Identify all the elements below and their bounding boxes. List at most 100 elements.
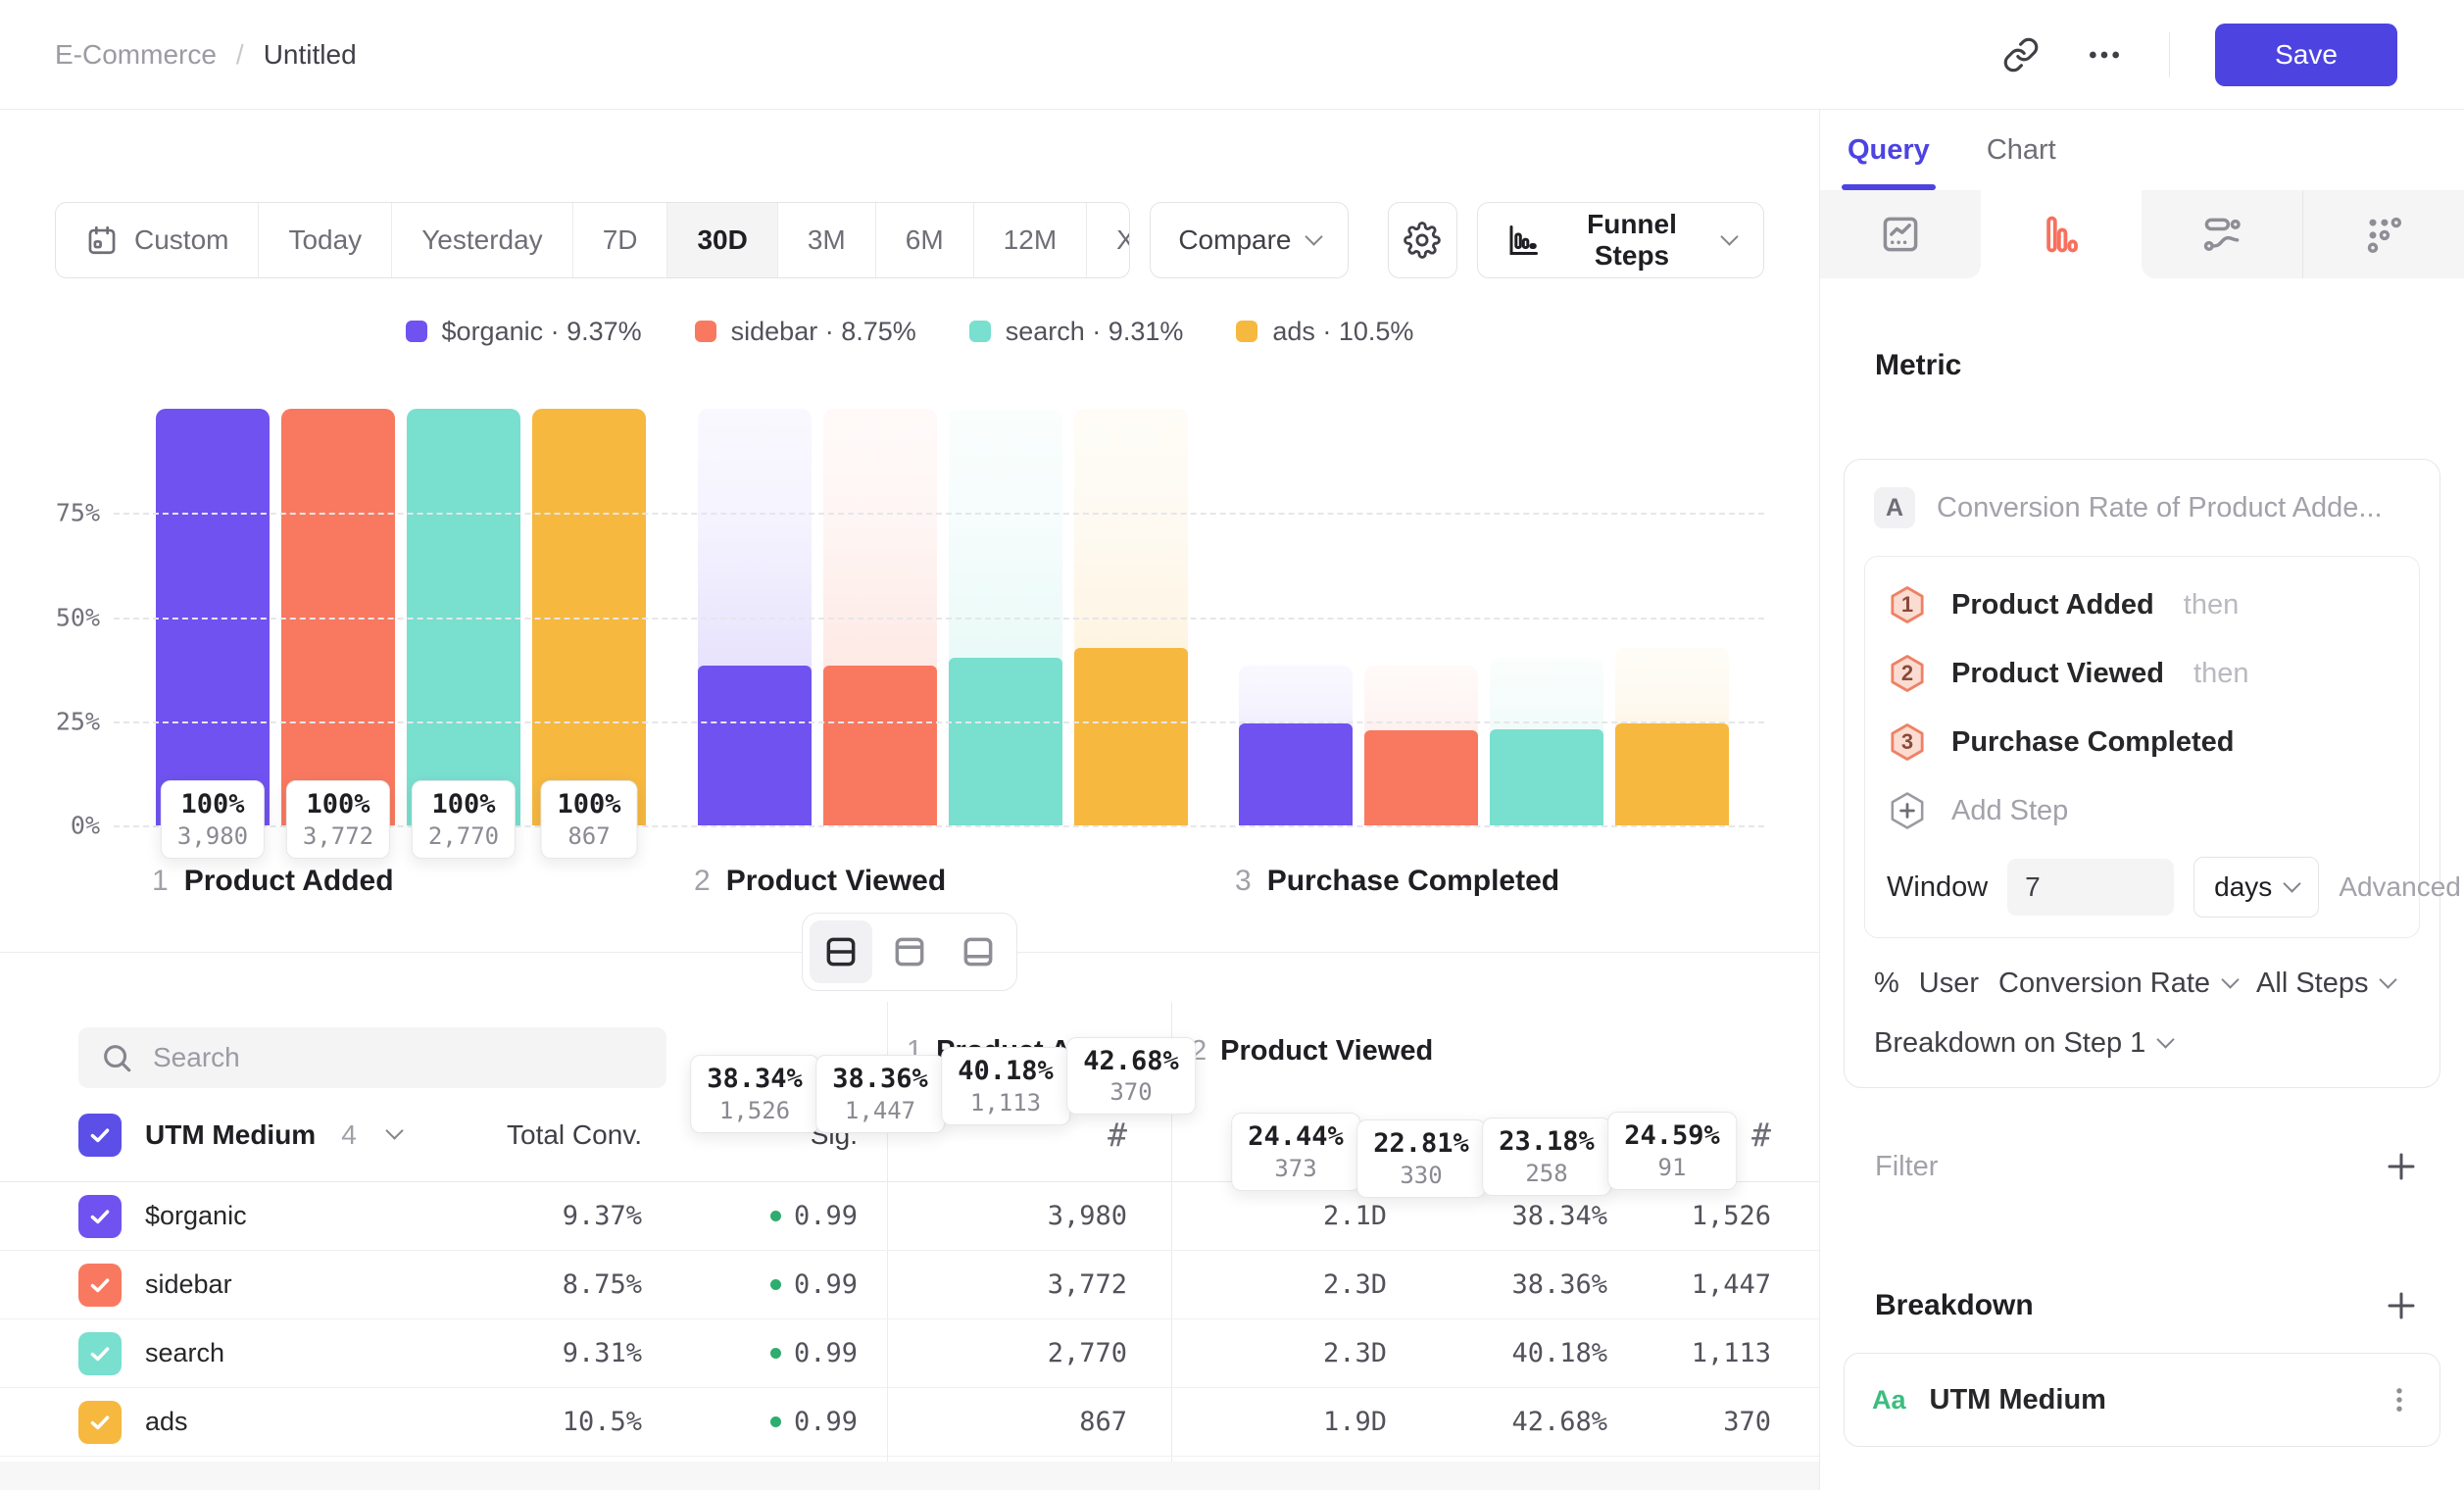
bar-fill [1615, 723, 1729, 826]
row-checkbox[interactable] [78, 1264, 122, 1307]
range-custom[interactable]: Custom [56, 203, 259, 277]
range-12m[interactable]: 12M [974, 203, 1087, 277]
legend-sidebar[interactable]: sidebar · 8.75% [695, 317, 916, 347]
legend-swatch [1236, 321, 1257, 342]
bar-value-label: 42.68%370 [1066, 1037, 1196, 1116]
table-footer-strip [0, 1462, 1819, 1490]
step2-count: 1,526 [1632, 1201, 1819, 1231]
step2-count: 370 [1632, 1407, 1819, 1437]
table-row-search[interactable]: search9.31%0.992,7702.3D40.18%1,113 [0, 1319, 1819, 1388]
significance-dot [770, 1416, 781, 1427]
row-label: sidebar [145, 1269, 232, 1300]
header-divider [2169, 32, 2170, 77]
step-number-hexagon-icon: 3 [1887, 721, 1928, 763]
breadcrumb-current[interactable]: Untitled [264, 39, 357, 71]
counting-entity[interactable]: User [1919, 968, 1979, 1000]
range-yesterday[interactable]: Yesterday [392, 203, 573, 277]
select-all-checkbox[interactable] [78, 1114, 122, 1157]
dimension-count: 4 [341, 1119, 357, 1151]
tab-query[interactable]: Query [1848, 110, 1930, 190]
dimension-label[interactable]: UTM Medium [145, 1119, 316, 1151]
add-breakdown-button[interactable] [2384, 1288, 2419, 1323]
more-menu-button[interactable] [2085, 35, 2124, 74]
metric-formula[interactable]: A Conversion Rate of Product Adde... [1864, 481, 2420, 534]
breakdown-on-step-dropdown[interactable]: Breakdown on Step 1 [1874, 1027, 2410, 1060]
string-property-icon: Aa [1872, 1385, 1906, 1416]
formula-letter-badge: A [1874, 487, 1915, 528]
bar-value-label: 40.18%1,113 [941, 1047, 1070, 1125]
query-step-1[interactable]: 1Product Addedthen [1887, 571, 2397, 639]
row-checkbox[interactable] [78, 1401, 122, 1444]
conversion-window-row: Window days Advanced [1887, 857, 2397, 918]
range-30d[interactable]: 30D [667, 203, 777, 277]
chart-type-selector[interactable]: Funnel Steps [1477, 202, 1764, 278]
chart-type-label: Funnel Steps [1556, 209, 1707, 272]
kebab-icon [2383, 1383, 2416, 1416]
window-value-input[interactable] [2007, 859, 2174, 916]
link-icon [2002, 36, 2040, 74]
range-6m[interactable]: 6M [876, 203, 974, 277]
filter-heading: Filter [1875, 1151, 1938, 1183]
total-conv-value: 10.5% [461, 1407, 642, 1437]
tab-chart[interactable]: Chart [1987, 110, 2056, 190]
measurement-row: % User Conversion Rate All Steps [1874, 968, 2410, 1000]
range-3m[interactable]: 3M [778, 203, 876, 277]
breakdown-item[interactable]: Aa UTM Medium [1844, 1353, 2440, 1447]
count-column-icon[interactable]: # [1108, 1116, 1127, 1154]
percent-symbol: % [1874, 968, 1899, 1000]
tab-funnels[interactable] [1981, 190, 2142, 278]
tab-insights[interactable] [1820, 190, 1981, 278]
steps-scope-dropdown[interactable]: All Steps [2256, 968, 2394, 1000]
step2-conv-rate: 38.34% [1411, 1201, 1632, 1231]
total-conv-value: 8.75% [461, 1269, 642, 1300]
legend-ads[interactable]: ads · 10.5% [1236, 317, 1413, 347]
breakdown-section: Breakdown [1875, 1288, 2419, 1323]
ellipsis-icon [2085, 35, 2124, 74]
tab-flows[interactable] [2142, 190, 2302, 278]
table-row-ads[interactable]: ads10.5%0.998671.9D42.68%370 [0, 1388, 1819, 1457]
insights-icon [1879, 213, 1922, 256]
plus-icon [2384, 1288, 2419, 1323]
compare-label: Compare [1178, 224, 1291, 256]
row-label: $organic [145, 1201, 247, 1231]
chevron-down-icon [2380, 970, 2397, 988]
step1-count: 3,772 [907, 1269, 1191, 1300]
bar-fill [1239, 723, 1353, 825]
window-unit-dropdown[interactable]: days [2193, 857, 2319, 918]
breakdown-item-menu-button[interactable] [2377, 1382, 2422, 1417]
step-axis-label-1: 1Product Added [152, 865, 394, 898]
gear-icon [1404, 222, 1441, 259]
query-step-2[interactable]: 2Product Viewedthen [1887, 639, 2397, 708]
range-7d[interactable]: 7D [573, 203, 668, 277]
query-step-3[interactable]: 3Purchase Completed [1887, 708, 2397, 776]
legend-organic[interactable]: $organic · 9.37% [406, 317, 642, 347]
step2-conv-rate: 40.18% [1411, 1338, 1632, 1368]
row-label: ads [145, 1407, 188, 1437]
add-step-button[interactable]: Add Step [1887, 776, 2397, 845]
count-column-icon[interactable]: # [1751, 1116, 1771, 1154]
legend-search[interactable]: search · 9.31% [969, 317, 1184, 347]
row-checkbox[interactable] [78, 1332, 122, 1375]
search-input[interactable] [151, 1041, 645, 1074]
gridline [114, 721, 1764, 723]
bar-fill [949, 658, 1062, 825]
range-today[interactable]: Today [259, 203, 392, 277]
row-checkbox[interactable] [78, 1195, 122, 1238]
range-xtd[interactable]: XTD [1087, 203, 1130, 277]
breadcrumb-project[interactable]: E-Commerce [55, 39, 217, 71]
legend-label: search · 9.31% [1006, 317, 1184, 347]
table-search[interactable] [78, 1027, 666, 1088]
bar-value-label: 22.81%330 [1356, 1119, 1486, 1198]
panel-tabs: Query Chart [1820, 110, 2464, 190]
save-button[interactable]: Save [2215, 24, 2397, 86]
table-row-sidebar[interactable]: sidebar8.75%0.993,7722.3D38.36%1,447 [0, 1251, 1819, 1319]
advanced-toggle[interactable]: Advanced [2339, 871, 2464, 903]
measure-dropdown[interactable]: Conversion Rate [1998, 968, 2237, 1000]
chart-settings-button[interactable] [1388, 202, 1458, 278]
compare-button[interactable]: Compare [1150, 202, 1348, 278]
plus-icon [2384, 1149, 2419, 1184]
share-link-button[interactable] [2002, 36, 2040, 74]
tab-retention[interactable] [2302, 190, 2464, 278]
add-filter-button[interactable] [2384, 1149, 2419, 1184]
col-total-conv[interactable]: Total Conv. [461, 1119, 642, 1151]
